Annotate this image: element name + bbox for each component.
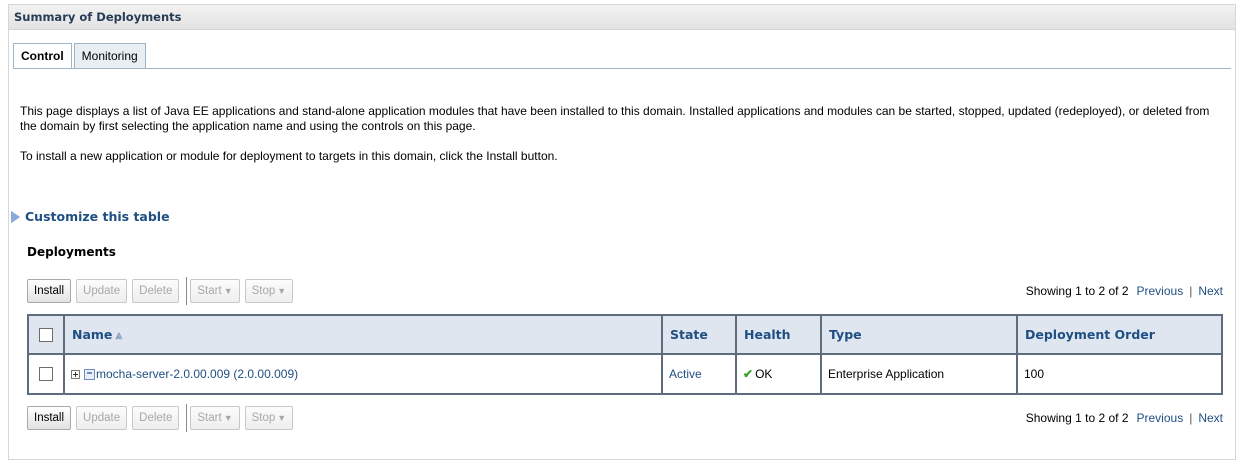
start-dropdown-button[interactable]: Start ▼ bbox=[190, 406, 240, 430]
install-button[interactable]: Install bbox=[27, 279, 72, 303]
portlet-title: Summary of Deployments bbox=[9, 5, 1235, 30]
name-cell: mocha-server-2.0.00.009 (2.0.00.009) bbox=[63, 353, 663, 395]
deployment-name-link[interactable]: mocha-server-2.0.00.009 (2.0.00.009) bbox=[96, 367, 298, 381]
toolbar-separator bbox=[186, 404, 188, 432]
table-toolbar-bottom: Install Update Delete Start ▼ Stop ▼ Showi… bbox=[27, 403, 1223, 433]
tab-bar: Control Monitoring bbox=[13, 43, 148, 69]
column-header-health[interactable]: Health bbox=[735, 314, 822, 355]
description-paragraph-1: This page displays a list of Java EE app… bbox=[20, 104, 1210, 133]
pagination-separator: | bbox=[1189, 284, 1193, 298]
select-all-checkbox[interactable] bbox=[39, 328, 53, 343]
install-button[interactable]: Install bbox=[27, 406, 72, 430]
chevron-down-icon: ▼ bbox=[277, 413, 287, 423]
column-header-name-label: Name bbox=[72, 326, 113, 342]
chevron-down-icon: ▼ bbox=[223, 286, 233, 296]
select-all-header bbox=[27, 314, 65, 355]
column-header-state[interactable]: State bbox=[661, 314, 737, 355]
update-button[interactable]: Update bbox=[76, 406, 128, 430]
delete-button[interactable]: Delete bbox=[132, 279, 180, 303]
pagination: Showing 1 to 2 of 2 Previous | Next bbox=[1026, 411, 1223, 425]
state-link[interactable]: Active bbox=[669, 367, 702, 381]
tab-monitoring[interactable]: Monitoring bbox=[73, 43, 146, 69]
stop-dropdown-button[interactable]: Stop ▼ bbox=[244, 279, 294, 303]
start-dropdown-button[interactable]: Start ▼ bbox=[190, 279, 240, 303]
stop-label: Stop bbox=[251, 285, 276, 297]
column-header-name[interactable]: Name ⩓ bbox=[63, 314, 663, 355]
start-label: Start bbox=[197, 285, 222, 297]
expand-triangle-icon bbox=[11, 210, 20, 223]
next-link[interactable]: Next bbox=[1198, 284, 1223, 298]
toolbar-separator bbox=[186, 277, 188, 305]
next-link[interactable]: Next bbox=[1198, 411, 1223, 425]
column-header-type[interactable]: Type bbox=[820, 314, 1018, 355]
chevron-down-icon: ▼ bbox=[223, 413, 233, 423]
type-cell: Enterprise Application bbox=[820, 353, 1018, 395]
delete-button[interactable]: Delete bbox=[132, 406, 180, 430]
table-toolbar-top: Install Update Delete Start ▼ Stop ▼ Showi… bbox=[27, 276, 1223, 306]
table-title: Deployments bbox=[27, 245, 116, 259]
expand-plus-icon[interactable] bbox=[71, 370, 80, 380]
update-button[interactable]: Update bbox=[76, 279, 128, 303]
column-header-deployment-order[interactable]: Deployment Order bbox=[1016, 314, 1223, 355]
checkmark-icon: ✔ bbox=[743, 367, 754, 381]
tab-divider bbox=[13, 68, 1231, 69]
page-description: This page displays a list of Java EE app… bbox=[20, 104, 1215, 179]
description-paragraph-2: To install a new application or module f… bbox=[20, 149, 558, 163]
table-header-row: Name ⩓ State Health Type Deployment Order bbox=[27, 314, 1223, 355]
state-cell: Active bbox=[661, 353, 737, 395]
deployments-table: Name ⩓ State Health Type Deployment Order… bbox=[27, 314, 1223, 395]
deployment-order-cell: 100 bbox=[1016, 353, 1223, 395]
health-cell: ✔ OK bbox=[735, 353, 822, 395]
health-value: OK bbox=[755, 367, 773, 381]
previous-link[interactable]: Previous bbox=[1137, 284, 1184, 298]
pagination-status: Showing 1 to 2 of 2 bbox=[1025, 284, 1129, 298]
pagination: Showing 1 to 2 of 2 Previous | Next bbox=[1026, 284, 1223, 298]
stop-label: Stop bbox=[251, 412, 276, 424]
customize-table-link[interactable]: Customize this table bbox=[11, 209, 170, 224]
table-row: mocha-server-2.0.00.009 (2.0.00.009) Act… bbox=[27, 353, 1223, 395]
pagination-separator: | bbox=[1189, 411, 1193, 425]
stop-dropdown-button[interactable]: Stop ▼ bbox=[244, 406, 294, 430]
previous-link[interactable]: Previous bbox=[1137, 411, 1184, 425]
application-icon bbox=[84, 369, 95, 381]
start-label: Start bbox=[197, 412, 222, 424]
sort-ascending-icon[interactable]: ⩓ bbox=[115, 328, 122, 342]
customize-label: Customize this table bbox=[25, 209, 170, 224]
pagination-status: Showing 1 to 2 of 2 bbox=[1025, 411, 1129, 425]
row-checkbox[interactable] bbox=[39, 367, 53, 382]
tab-control[interactable]: Control bbox=[13, 43, 72, 69]
row-select-cell bbox=[27, 353, 65, 395]
chevron-down-icon: ▼ bbox=[277, 286, 287, 296]
